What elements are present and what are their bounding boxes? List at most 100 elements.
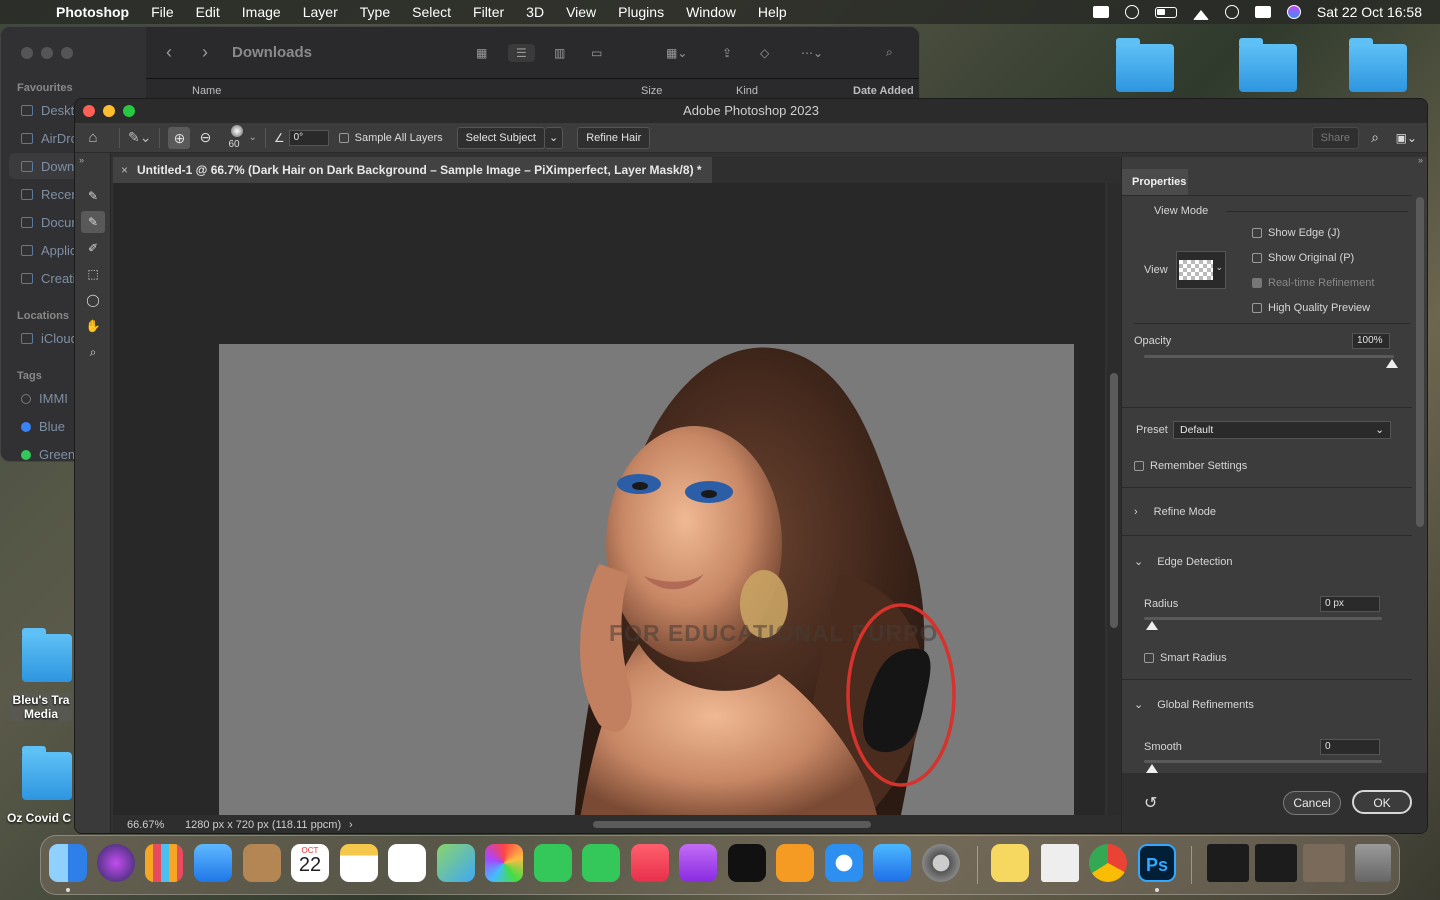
menu-type[interactable]: Type xyxy=(349,4,401,20)
minimize-icon[interactable] xyxy=(103,105,115,117)
stickies-icon[interactable] xyxy=(991,844,1029,882)
column-kind[interactable]: Kind xyxy=(736,85,758,97)
show-edge-checkbox[interactable]: Show Edge (J) xyxy=(1252,227,1340,239)
home-icon[interactable]: ⌂ xyxy=(75,129,111,146)
music-icon[interactable] xyxy=(631,844,669,882)
radius-slider-handle[interactable] xyxy=(1146,621,1158,630)
desktop-folder-icon[interactable] xyxy=(1116,38,1174,92)
collapse-icon[interactable]: » xyxy=(1418,155,1423,165)
smooth-slider[interactable] xyxy=(1144,760,1382,763)
menu-3d[interactable]: 3D xyxy=(515,4,555,20)
menu-window[interactable]: Window xyxy=(675,4,747,20)
properties-scrollbar[interactable] xyxy=(1416,197,1424,527)
sidebar-item-icloud[interactable]: iCloud xyxy=(21,331,78,346)
menu-help[interactable]: Help xyxy=(747,4,798,20)
chrome-window-thumbnail-icon[interactable] xyxy=(1207,844,1249,882)
notes-icon[interactable] xyxy=(340,844,378,882)
close-icon[interactable] xyxy=(21,47,33,59)
tag-green[interactable]: Green xyxy=(21,447,75,462)
refine-edge-brush-icon[interactable]: ✎⌄ xyxy=(128,129,151,146)
chevron-right-icon[interactable]: › xyxy=(349,819,353,831)
podcasts-icon[interactable] xyxy=(679,844,717,882)
trash-icon[interactable] xyxy=(1355,844,1391,882)
mail-icon[interactable] xyxy=(194,844,232,882)
show-original-checkbox[interactable]: Show Original (P) xyxy=(1252,252,1354,264)
menu-view[interactable]: View xyxy=(555,4,607,20)
opacity-input[interactable]: 100% xyxy=(1352,333,1390,349)
ok-button[interactable]: OK xyxy=(1352,790,1412,814)
lasso-tool-icon[interactable]: ◯ xyxy=(81,289,105,311)
maps-icon[interactable] xyxy=(437,844,475,882)
menu-file[interactable]: File xyxy=(140,4,185,20)
desktop-folder-icon[interactable] xyxy=(22,628,72,682)
app-store-icon[interactable] xyxy=(873,844,911,882)
menu-plugins[interactable]: Plugins xyxy=(607,4,675,20)
cancel-button[interactable]: Cancel xyxy=(1283,791,1341,815)
document-image[interactable]: FOR EDUCATIONAL PURPO xyxy=(219,344,1074,825)
zoom-icon[interactable] xyxy=(61,47,73,59)
brush-tool-icon[interactable]: ✐ xyxy=(81,237,105,259)
search-icon[interactable]: ⌕ xyxy=(886,45,893,60)
books-icon[interactable] xyxy=(776,844,814,882)
battery-icon[interactable] xyxy=(1154,6,1177,18)
column-name[interactable]: Name xyxy=(192,85,221,97)
column-view-icon[interactable]: ▥ xyxy=(554,46,565,60)
messages-icon[interactable] xyxy=(534,844,572,882)
subtract-from-selection-icon[interactable]: ⊖ xyxy=(194,129,216,146)
photos-icon[interactable] xyxy=(485,844,523,882)
minimize-icon[interactable] xyxy=(41,47,53,59)
tag-immi[interactable]: IMMI xyxy=(21,391,68,406)
group-icon[interactable]: ▦⌄ xyxy=(666,46,687,60)
back-icon[interactable]: ‹ xyxy=(166,42,172,63)
smart-radius-checkbox[interactable]: Smart Radius xyxy=(1144,652,1227,664)
desktop-folder-icon[interactable] xyxy=(1239,38,1297,92)
reset-icon[interactable]: ↺ xyxy=(1144,793,1157,813)
object-selection-tool-icon[interactable]: ⬚ xyxy=(81,263,105,285)
desktop-folder-icon[interactable] xyxy=(1349,38,1407,92)
global-refinements-section[interactable]: ⌄ Global Refinements xyxy=(1134,698,1254,711)
photoshop-icon[interactable]: Ps xyxy=(1138,844,1176,882)
share-button[interactable]: Share xyxy=(1311,126,1359,149)
brush-size-picker[interactable]: 60 xyxy=(226,124,248,151)
remember-settings-checkbox[interactable]: Remember Settings xyxy=(1134,460,1247,472)
add-to-selection-icon[interactable]: ⊕ xyxy=(168,126,191,149)
creative-cloud-icon[interactable] xyxy=(1124,5,1139,19)
chevron-down-icon[interactable]: ⌄ xyxy=(545,126,564,149)
zoom-level[interactable]: 66.67% xyxy=(127,819,164,831)
menu-filter[interactable]: Filter xyxy=(462,4,515,20)
edge-detection-section[interactable]: ⌄ Edge Detection xyxy=(1134,555,1232,568)
desktop-folder-label[interactable]: Bleu's Tra Media xyxy=(10,693,72,721)
desktop-folder-icon[interactable] xyxy=(22,746,72,800)
chevron-down-icon[interactable]: ⌄ xyxy=(248,132,256,143)
smooth-input[interactable]: 0 xyxy=(1320,739,1380,755)
menu-edit[interactable]: Edit xyxy=(185,4,231,20)
gallery-view-icon[interactable]: ▭ xyxy=(591,46,602,60)
menu-app-name[interactable]: Photoshop xyxy=(50,4,140,20)
high-quality-preview-checkbox[interactable]: High Quality Preview xyxy=(1252,302,1370,314)
view-mode-thumbnail[interactable]: ⌄ xyxy=(1176,251,1226,289)
close-icon[interactable] xyxy=(83,105,95,117)
radius-slider[interactable] xyxy=(1144,617,1382,620)
apple-tv-icon[interactable] xyxy=(728,844,766,882)
column-size[interactable]: Size xyxy=(641,85,662,97)
search-icon[interactable]: ⌕ xyxy=(1371,129,1379,146)
calendar-icon[interactable]: OCT 22 xyxy=(291,844,329,882)
opacity-slider[interactable] xyxy=(1144,355,1394,358)
angle-input[interactable]: 0° xyxy=(288,129,329,146)
horizontal-scrollbar[interactable] xyxy=(593,821,871,828)
chrome-icon[interactable] xyxy=(1089,844,1127,882)
menu-layer[interactable]: Layer xyxy=(292,4,349,20)
tag-blue[interactable]: Blue xyxy=(21,419,65,434)
smooth-slider-handle[interactable] xyxy=(1146,764,1158,773)
control-center-icon[interactable] xyxy=(1254,6,1271,18)
document-tab[interactable]: × Untitled-1 @ 66.7% (Dark Hair on Dark … xyxy=(113,157,712,183)
chrome-window-thumbnail-icon[interactable] xyxy=(1255,844,1297,882)
launchpad-icon[interactable] xyxy=(145,844,183,882)
menu-image[interactable]: Image xyxy=(231,4,292,20)
opacity-slider-handle[interactable] xyxy=(1386,359,1398,368)
close-icon[interactable]: × xyxy=(121,157,128,183)
tag-icon[interactable]: ◇ xyxy=(760,46,769,60)
display-icon[interactable] xyxy=(1092,6,1109,18)
workspace-icon[interactable]: ▣⌄ xyxy=(1396,131,1417,145)
siri-icon[interactable] xyxy=(97,844,135,882)
